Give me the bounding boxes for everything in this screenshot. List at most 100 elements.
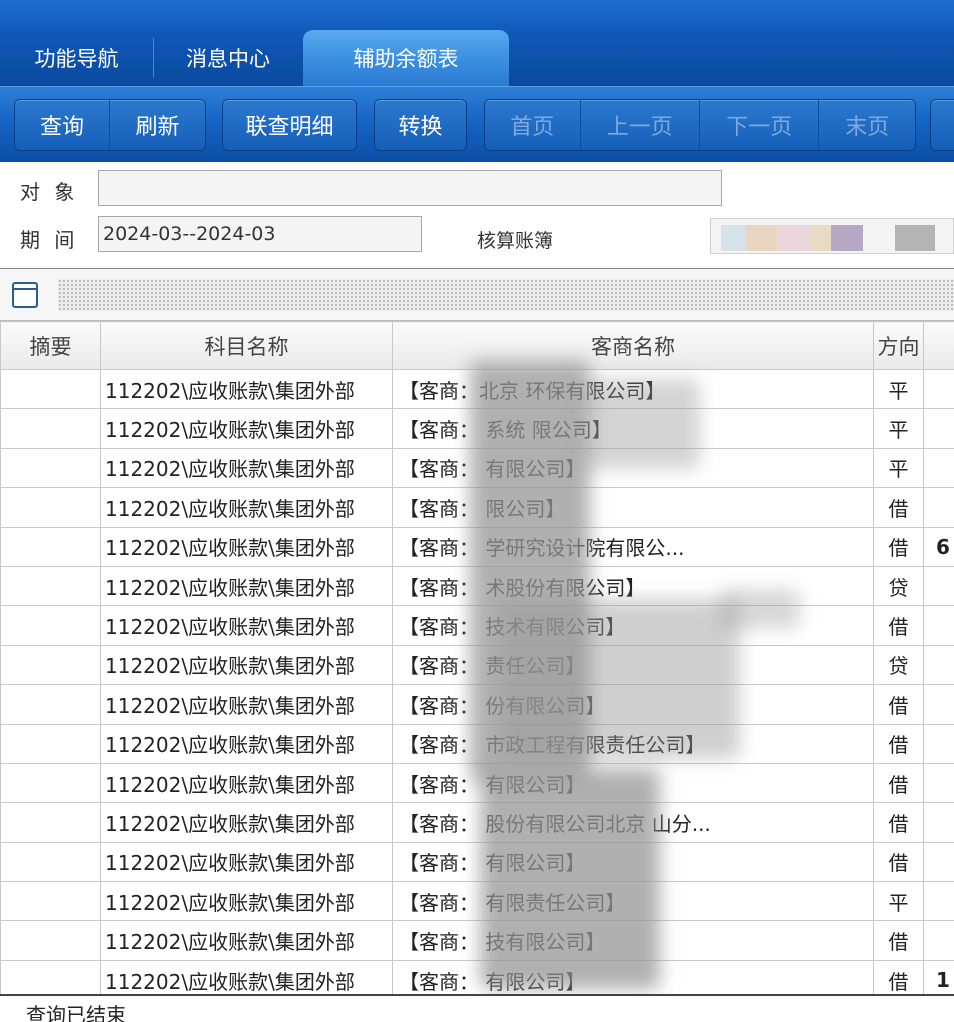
subject-cell: 112202\应收账款\集团外部 xyxy=(100,802,393,843)
customer-cell: 【客商： 学研究设计院有限公... xyxy=(392,526,874,567)
table-row[interactable]: 112202\应收账款\集团外部 【客商： 限公司】借 xyxy=(0,487,954,528)
column-header-customer[interactable]: 客商名称 xyxy=(392,321,874,370)
customer-cell: 【客商： 市政工程有限责任公司】 xyxy=(392,723,874,764)
tab-message-center[interactable]: 消息中心 xyxy=(153,30,303,86)
customer-cell: 【客商： 系统 限公司】 xyxy=(392,408,874,449)
amount-cell xyxy=(923,447,954,489)
direction-cell: 借 xyxy=(873,920,924,961)
prev-page-button[interactable]: 上一页 xyxy=(581,100,700,150)
period-field[interactable]: 2024-03--2024-03 xyxy=(98,216,422,252)
customer-cell: 【客商： 术股份有限公司】 xyxy=(392,565,874,607)
more-button[interactable] xyxy=(930,99,954,151)
amount-cell xyxy=(923,487,954,528)
redacted-block xyxy=(745,225,777,251)
direction-cell: 借 xyxy=(873,684,924,725)
pagination-group: 首页 上一页 下一页 末页 xyxy=(484,99,916,151)
amount-cell xyxy=(923,684,954,725)
subject-cell: 112202\应收账款\集团外部 xyxy=(100,762,393,804)
subject-cell: 112202\应收账款\集团外部 xyxy=(100,841,393,883)
first-page-button[interactable]: 首页 xyxy=(485,100,581,150)
table-row[interactable]: 112202\应收账款\集团外部 【客商： 有限公司】借 xyxy=(0,762,954,804)
query-button[interactable]: 查询 xyxy=(15,100,110,150)
balance-table: 摘要 科目名称 客商名称 方向 112202\应收账款\集团外部 【客商：北京 环… xyxy=(0,321,954,1001)
table-row[interactable]: 112202\应收账款\集团外部 【客商： 份有限公司】借 xyxy=(0,684,954,725)
summary-cell xyxy=(0,408,101,449)
table-row[interactable]: 112202\应收账款\集团外部 【客商： 有限公司】平 xyxy=(0,447,954,489)
customer-cell: 【客商： 有限公司】 xyxy=(392,762,874,804)
subject-cell: 112202\应收账款\集团外部 xyxy=(100,644,393,686)
redacted-block xyxy=(895,225,935,251)
tab-function-navigation[interactable]: 功能导航 xyxy=(0,30,153,86)
object-field[interactable] xyxy=(98,170,722,206)
summary-cell xyxy=(0,565,101,607)
table-row[interactable]: 112202\应收账款\集团外部 【客商： 有限责任公司】平 xyxy=(0,881,954,922)
table-row[interactable]: 112202\应收账款\集团外部 【客商： 股份有限公司北京 山分... 借 xyxy=(0,802,954,843)
amount-cell xyxy=(923,368,954,410)
table-row[interactable]: 112202\应收账款\集团外部 【客商： 技有限公司】借 xyxy=(0,920,954,961)
redacted-block xyxy=(721,225,745,251)
balance-grid: 摘要 科目名称 客商名称 方向 112202\应收账款\集团外部 【客商：北京 环… xyxy=(0,268,954,1001)
summary-cell xyxy=(0,723,101,764)
customer-cell: 【客商： 有限公司】 xyxy=(392,447,874,489)
direction-cell: 借 xyxy=(873,723,924,764)
customer-cell: 【客商：北京 环保有限公司】 xyxy=(392,368,874,410)
customer-cell: 【客商： 股份有限公司北京 山分... xyxy=(392,802,874,843)
table-row[interactable]: 112202\应收账款\集团外部 【客商： 有限公司】借 xyxy=(0,841,954,883)
last-page-button[interactable]: 末页 xyxy=(819,100,915,150)
convert-button[interactable]: 转换 xyxy=(375,100,466,150)
summary-cell xyxy=(0,605,101,646)
summary-cell xyxy=(0,526,101,567)
amount-cell xyxy=(923,841,954,883)
direction-cell: 借 xyxy=(873,605,924,646)
column-header-next[interactable] xyxy=(923,321,954,370)
next-page-button[interactable]: 下一页 xyxy=(700,100,820,150)
redacted-block xyxy=(831,225,863,251)
subject-cell: 112202\应收账款\集团外部 xyxy=(100,565,393,607)
summary-cell xyxy=(0,802,101,843)
table-row[interactable]: 112202\应收账款\集团外部 【客商： 术股份有限公司】贷 xyxy=(0,565,954,607)
amount-cell xyxy=(923,920,954,961)
direction-cell: 平 xyxy=(873,408,924,449)
table-row[interactable]: 112202\应收账款\集团外部 【客商： 技术有限公司】借 xyxy=(0,605,954,646)
direction-cell: 借 xyxy=(873,487,924,528)
summary-cell xyxy=(0,762,101,804)
redacted-block xyxy=(777,225,809,251)
customer-cell: 【客商： 份有限公司】 xyxy=(392,684,874,725)
tab-auxiliary-balance[interactable]: 辅助余额表 xyxy=(303,30,509,86)
customer-cell: 【客商： 技术有限公司】 xyxy=(392,605,874,646)
customer-cell: 【客商： 有限责任公司】 xyxy=(392,881,874,922)
direction-cell: 借 xyxy=(873,762,924,804)
table-row[interactable]: 112202\应收账款\集团外部 【客商： 责任公司】贷 xyxy=(0,644,954,686)
subject-cell: 112202\应收账款\集团外部 xyxy=(100,447,393,489)
convert-group: 转换 xyxy=(374,99,467,151)
summary-cell xyxy=(0,447,101,489)
column-header-summary[interactable]: 摘要 xyxy=(0,321,101,370)
ledger-label: 核算账簿 xyxy=(477,230,554,252)
ledger-field[interactable] xyxy=(710,218,954,254)
direction-cell: 借 xyxy=(873,841,924,883)
column-header-direction[interactable]: 方向 xyxy=(873,321,924,370)
amount-cell xyxy=(923,762,954,804)
subject-cell: 112202\应收账款\集团外部 xyxy=(100,920,393,961)
direction-cell: 贷 xyxy=(873,644,924,686)
table-row[interactable]: 112202\应收账款\集团外部 【客商：北京 环保有限公司】平 xyxy=(0,368,954,410)
drilldown-detail-button[interactable]: 联查明细 xyxy=(223,100,356,150)
query-refresh-group: 查询 刷新 xyxy=(14,99,206,151)
column-header-subject[interactable]: 科目名称 xyxy=(100,321,393,370)
subject-cell: 112202\应收账款\集团外部 xyxy=(100,881,393,922)
customer-cell: 【客商： 有限公司】 xyxy=(392,841,874,883)
grid-drag-area xyxy=(58,279,954,311)
refresh-button[interactable]: 刷新 xyxy=(110,100,205,150)
direction-cell: 贷 xyxy=(873,565,924,607)
table-row[interactable]: 112202\应收账款\集团外部 【客商： 系统 限公司】平 xyxy=(0,408,954,449)
amount-cell xyxy=(923,881,954,922)
direction-cell: 借 xyxy=(873,802,924,843)
table-header: 摘要 科目名称 客商名称 方向 xyxy=(0,321,954,370)
summary-cell xyxy=(0,644,101,686)
direction-cell: 平 xyxy=(873,447,924,489)
summary-cell xyxy=(0,841,101,883)
table-row[interactable]: 112202\应收账款\集团外部 【客商： 学研究设计院有限公... 借 6 xyxy=(0,526,954,567)
subject-cell: 112202\应收账款\集团外部 xyxy=(100,526,393,567)
table-row[interactable]: 112202\应收账款\集团外部 【客商： 市政工程有限责任公司】借 xyxy=(0,723,954,764)
window-icon[interactable] xyxy=(12,282,38,308)
